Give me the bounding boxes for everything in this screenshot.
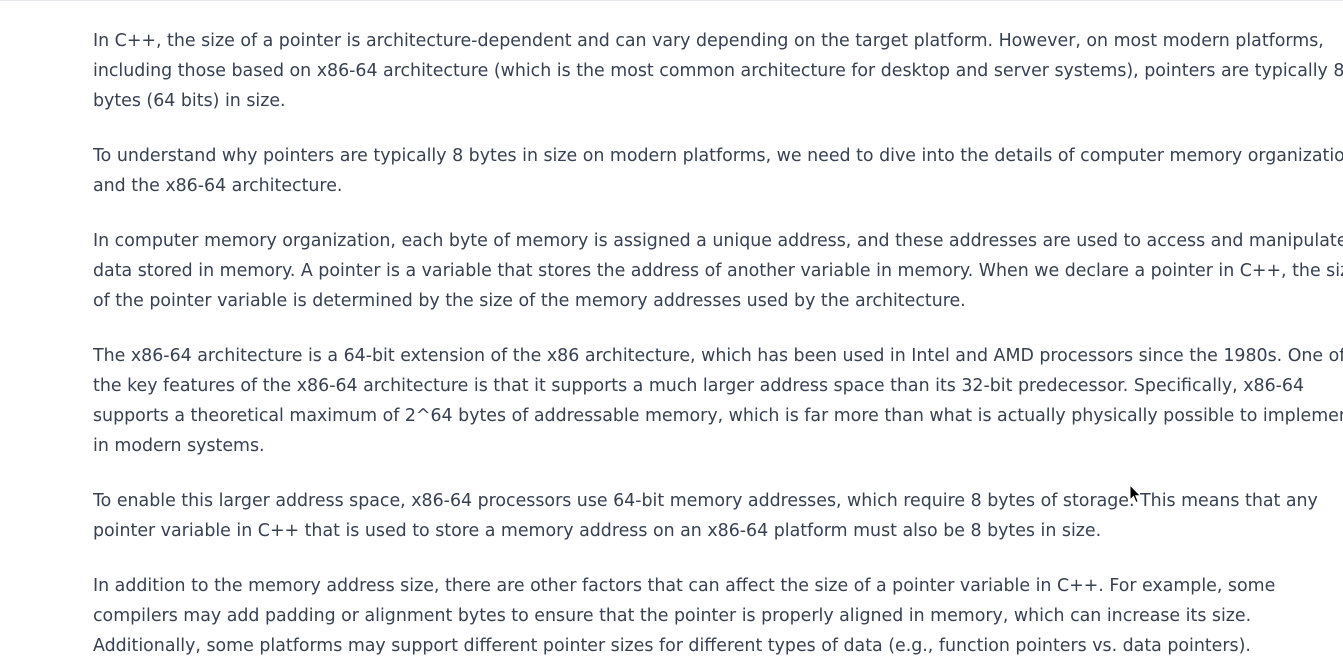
paragraph-4: The x86-64 architecture is a 64-bit exte… — [93, 346, 1343, 456]
top-divider — [0, 0, 1343, 1]
paragraph-5: To enable this larger address space, x86… — [93, 491, 1318, 541]
paragraph-1: In C++, the size of a pointer is archite… — [93, 31, 1343, 111]
response-text: In C++, the size of a pointer is archite… — [93, 26, 1343, 669]
paragraph-2: To understand why pointers are typically… — [93, 146, 1343, 196]
paragraph-6: In addition to the memory address size, … — [93, 576, 1276, 656]
paragraph-3: In computer memory organization, each by… — [93, 231, 1343, 311]
